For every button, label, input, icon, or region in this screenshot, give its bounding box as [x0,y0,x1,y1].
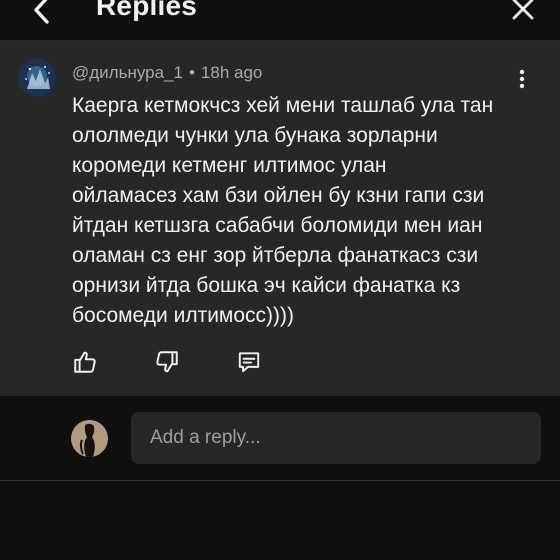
comment-text: Каерга кетмокчсз хей мени ташлаб ула тан… [72,94,494,327]
reply-input[interactable] [131,412,541,464]
meta-separator: • [188,63,195,82]
reply-button[interactable] [234,347,264,377]
close-button[interactable] [508,0,538,24]
thumbs-up-icon [74,351,96,373]
user-avatar[interactable] [71,420,108,457]
avatar-image [18,59,56,97]
dislike-button[interactable] [152,347,182,377]
bottom-area [0,481,560,560]
comment-author[interactable]: @дильнура_1 [72,63,183,82]
like-button[interactable] [70,347,100,377]
more-options-button[interactable] [510,67,534,91]
thumbs-down-icon [156,351,178,373]
comment-time: 18h ago [200,63,263,82]
comment-actions [70,346,316,378]
chevron-left-icon [34,0,49,24]
more-vertical-icon [519,69,525,89]
avatar[interactable] [18,59,56,97]
replies-screen: Replies @дильнура_1 • 18h ago Каерга кет… [0,0,560,560]
comment-icon [238,352,260,373]
close-icon [512,0,534,20]
comment-meta: @дильнура_1 • 18h ago [72,63,262,83]
page-title: Replies [96,0,197,21]
comment-card: @дильнура_1 • 18h ago Каерга кетмокчсз хей… [0,41,560,396]
back-button[interactable] [24,0,60,28]
replies-header: Replies [0,0,560,41]
user-avatar-image [71,420,108,457]
reply-bar [0,396,560,481]
